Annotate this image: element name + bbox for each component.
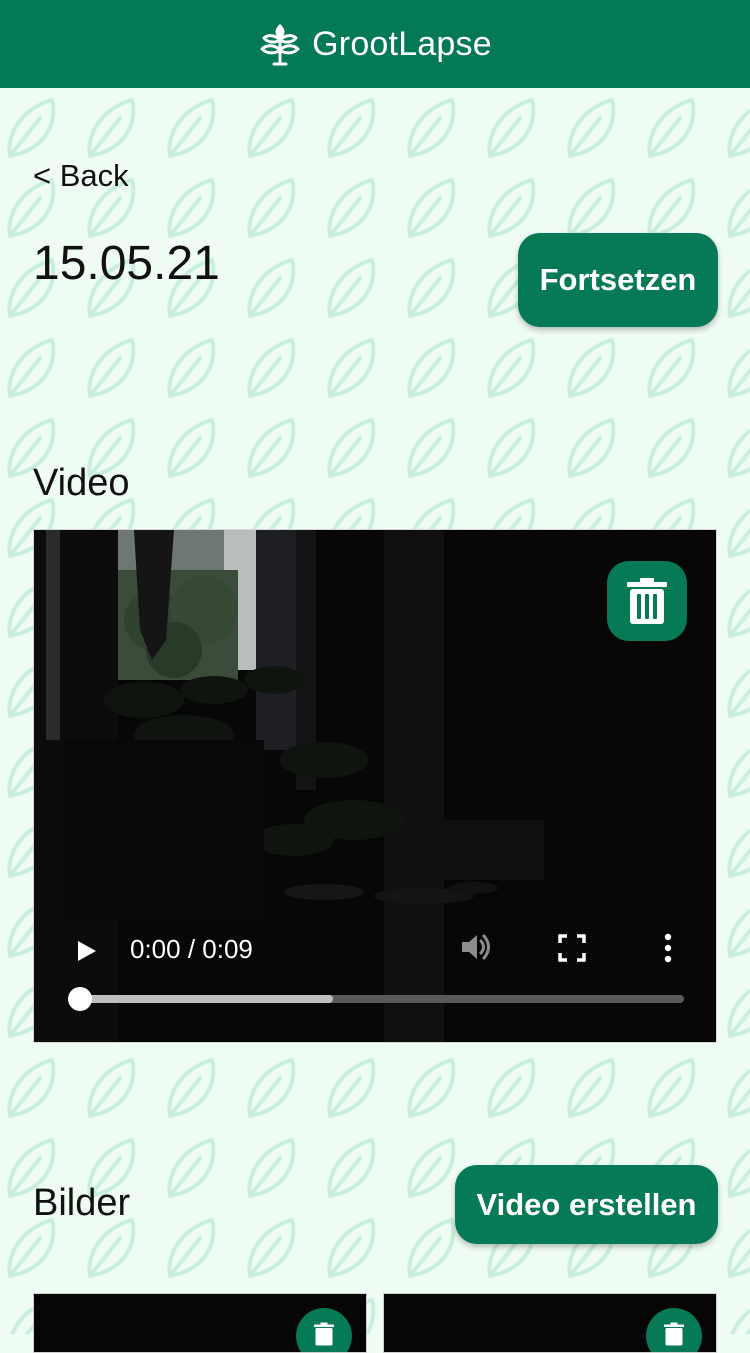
create-video-button[interactable]: Video erstellen <box>455 1165 718 1244</box>
video-controls: 0:00 / 0:09 <box>34 910 716 1042</box>
images-section-title: Bilder <box>33 1182 131 1224</box>
app-header: GrootLapse <box>0 0 750 88</box>
video-player[interactable]: 0:00 / 0:09 <box>33 529 717 1043</box>
video-progress-bar[interactable] <box>68 987 684 1011</box>
video-section-title: Video <box>33 462 130 504</box>
trash-icon <box>664 1322 684 1346</box>
continue-button[interactable]: Fortsetzen <box>518 233 718 327</box>
image-thumbnail[interactable] <box>383 1293 717 1353</box>
delete-image-button[interactable] <box>646 1308 702 1352</box>
delete-image-button[interactable] <box>296 1308 352 1352</box>
fullscreen-icon[interactable] <box>558 934 586 962</box>
back-link[interactable]: < Back <box>33 158 129 194</box>
image-thumbnail[interactable] <box>33 1293 367 1353</box>
more-vert-icon[interactable] <box>660 932 676 966</box>
tree-icon <box>258 18 302 71</box>
video-progress-thumb[interactable] <box>68 987 92 1011</box>
trash-icon <box>627 578 667 624</box>
video-buffered-bar <box>78 995 333 1003</box>
video-time: 0:00 / 0:09 <box>130 934 253 964</box>
page-title: 15.05.21 <box>33 237 220 290</box>
delete-video-button[interactable] <box>607 561 687 641</box>
app-name: GrootLapse <box>312 24 492 63</box>
play-icon[interactable] <box>72 934 102 968</box>
brand[interactable]: GrootLapse <box>258 18 492 71</box>
trash-icon <box>314 1322 334 1346</box>
volume-icon[interactable] <box>459 930 493 964</box>
